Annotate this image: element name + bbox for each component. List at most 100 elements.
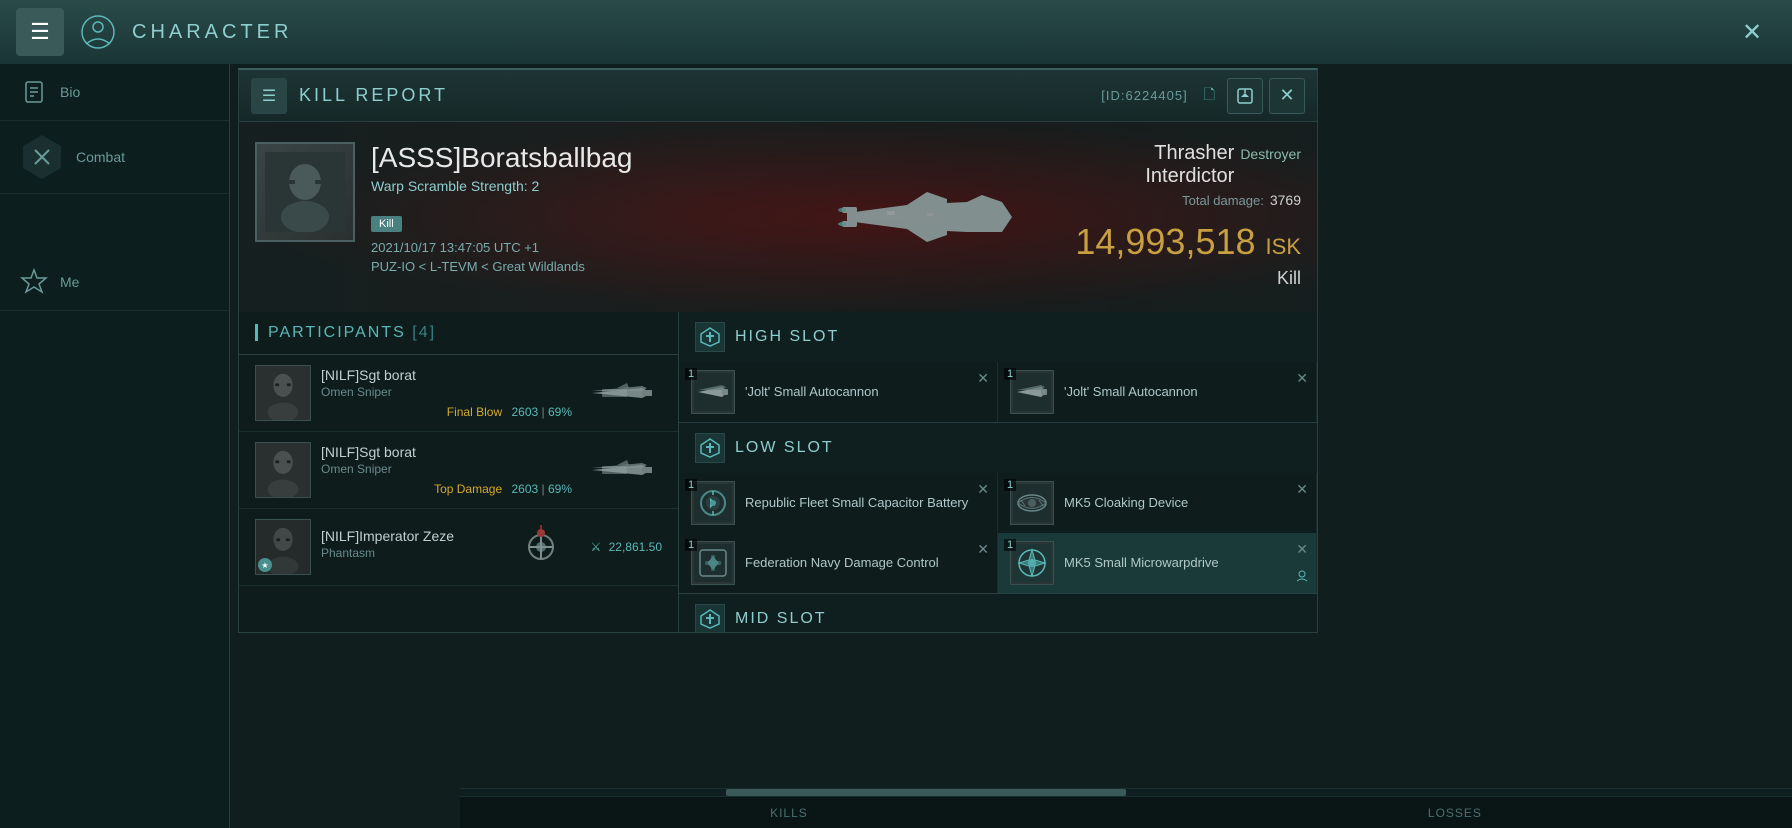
participant-weapon-2 — [582, 445, 662, 495]
percent-1: 69% — [548, 405, 572, 419]
fit-section: High Slot 1 — [679, 312, 1317, 632]
damage-1: 2603 — [511, 405, 538, 419]
participant-info-1: [NILF]Sgt borat Omen Sniper Final Blow 2… — [321, 367, 572, 419]
remove-high-2[interactable]: ✕ — [1296, 370, 1308, 387]
panel-body: Participants [4] — [239, 312, 1317, 632]
remove-high-1[interactable]: ✕ — [977, 370, 989, 387]
low-slot-item-1: 1 — [679, 473, 998, 533]
participant-name-2: [NILF]Sgt borat — [321, 444, 572, 460]
kills-tab[interactable]: Kills — [750, 806, 828, 820]
remove-low-2[interactable]: ✕ — [1296, 481, 1308, 498]
mid-slot-header: Mid Slot — [679, 594, 1317, 632]
panel-id: [ID:6224405] — [1101, 88, 1187, 103]
menu-button[interactable]: ☰ — [16, 8, 64, 56]
high-slot-items: 1 'Jolt' Small Autocannon ✕ — [679, 362, 1317, 422]
high-slot-header: High Slot — [679, 312, 1317, 362]
character-logo-icon — [80, 14, 116, 50]
sidebar-item-combat[interactable]: Combat — [0, 121, 229, 194]
isk-value: 14,993,518 — [1075, 224, 1255, 260]
close-app-button[interactable]: ✕ — [1732, 12, 1772, 52]
participants-title: Participants [4] — [255, 324, 436, 341]
panel-close-icon: ✕ — [1279, 85, 1294, 106]
scrollbar-track — [460, 789, 1792, 796]
main-area: ☰ KILL REPORT [ID:6224405] 🗋 ✕ — [230, 64, 1792, 828]
remove-low-3[interactable]: ✕ — [977, 541, 989, 558]
participant-row-3[interactable]: ★ [NILF]Imperator Zeze Phantasm — [239, 509, 678, 586]
participant-row[interactable]: [NILF]Sgt borat Omen Sniper Final Blow 2… — [239, 355, 678, 432]
participant-avatar-3: ★ — [255, 519, 311, 575]
participant-info-2: [NILF]Sgt borat Omen Sniper Top Damage 2… — [321, 444, 572, 496]
star-icon — [20, 268, 48, 296]
losses-tab[interactable]: Losses — [1408, 806, 1502, 820]
participant-avatar-1 — [255, 365, 311, 421]
participant-avatar-2 — [255, 442, 311, 498]
sidebar-item-me[interactable]: Me — [0, 254, 229, 311]
low-slot-item-2: 1 MK5 Cloaking Device — [998, 473, 1317, 533]
participant-avatar-img-1 — [256, 366, 310, 420]
participant-ship-1: Omen Sniper — [321, 385, 572, 399]
remove-low-1[interactable]: ✕ — [977, 481, 989, 498]
participant-info-3: [NILF]Imperator Zeze Phantasm — [321, 528, 491, 566]
app-title: CHARACTER — [132, 21, 292, 44]
qty-3: 1 — [685, 479, 697, 491]
export-icon — [1236, 87, 1254, 105]
participant-ship-3: Phantasm — [321, 546, 491, 560]
pilot-avatar — [255, 142, 355, 242]
microwarpdrive-icon — [1010, 541, 1054, 585]
panel-menu-button[interactable]: ☰ — [251, 78, 287, 114]
kill-report-hero: [ASSS]Boratsballbag Warp Scramble Streng… — [239, 122, 1317, 312]
star-badge-3: ★ — [258, 558, 272, 572]
mid-slot-label: Mid Slot — [735, 610, 827, 628]
ship-type: Destroyer — [1240, 146, 1301, 162]
scrollbar-container — [460, 788, 1792, 796]
low-slot-item-3: 1 Federation Navy Damage Co — [679, 533, 998, 593]
high-slot-label: High Slot — [735, 328, 839, 346]
panel-copy-icon[interactable]: 🗋 — [1204, 84, 1215, 108]
high-slot-item-1: 1 'Jolt' Small Autocannon ✕ — [679, 362, 998, 422]
high-slot-item-name-2: 'Jolt' Small Autocannon — [1064, 384, 1198, 401]
participant-row-2[interactable]: [NILF]Sgt borat Omen Sniper Top Damage 2… — [239, 432, 678, 509]
capacitor-battery-icon — [691, 481, 735, 525]
high-slot-category: High Slot 1 — [679, 312, 1317, 423]
hamburger-icon: ☰ — [30, 19, 50, 45]
remove-low-4[interactable]: ✕ — [1296, 541, 1308, 558]
ship-silhouette — [827, 157, 1047, 277]
pilot-name: [ASSS]Boratsballbag — [371, 142, 797, 174]
kill-date: 2021/10/17 13:47:05 UTC +1 — [371, 240, 797, 255]
avatar-image — [257, 144, 353, 240]
ship-display — [797, 122, 1077, 312]
sidebar-bio-icon — [20, 78, 48, 106]
damage-value: 3769 — [1270, 192, 1301, 208]
isk-unit: ISK — [1266, 234, 1301, 260]
mid-slot-category: Mid Slot 1 Feder — [679, 594, 1317, 632]
damage-label: Total damage: — [1182, 193, 1264, 208]
high-slot-item-name-1: 'Jolt' Small Autocannon — [745, 384, 879, 401]
qty-1: 1 — [685, 368, 697, 380]
final-blow-label: Final Blow — [447, 405, 502, 419]
qty-2: 1 — [1004, 368, 1016, 380]
participant-stats-1: Final Blow 2603 | 69% — [321, 405, 572, 419]
participant-ship-2: Omen Sniper — [321, 462, 572, 476]
qty-5: 1 — [685, 539, 697, 551]
participant-name-3: [NILF]Imperator Zeze — [321, 528, 491, 544]
pilot-info: [ASSS]Boratsballbag Warp Scramble Streng… — [371, 122, 797, 312]
low-slot-label: Low Slot — [735, 439, 834, 457]
panel-header: ☰ KILL REPORT [ID:6224405] 🗋 ✕ — [239, 70, 1317, 122]
damage-control-icon — [691, 541, 735, 585]
high-slot-item-2: 1 'Jolt' Small Autocannon ✕ — [998, 362, 1317, 422]
autocannon-icon-2 — [1010, 370, 1054, 414]
kill-stats: Thrasher Interdictor Destroyer Total dam… — [1077, 122, 1317, 312]
low-slot-icon — [695, 433, 725, 463]
sidebar-item-bio[interactable]: Bio — [0, 64, 229, 121]
low-slot-row-2: 1 Federation Navy Damage Co — [679, 533, 1317, 593]
low-slot-category: Low Slot 1 — [679, 423, 1317, 594]
panel-close-button[interactable]: ✕ — [1269, 78, 1305, 114]
damage-3: 22,861.50 — [609, 540, 662, 554]
scrollbar-thumb[interactable] — [726, 789, 1126, 796]
cloaking-icon — [1010, 481, 1054, 525]
low-slot-item-name-2: MK5 Cloaking Device — [1064, 495, 1188, 512]
autocannon-icon-1 — [691, 370, 735, 414]
panel-export-button[interactable] — [1227, 78, 1263, 114]
person-icon-4 — [1296, 570, 1308, 585]
sidebar-combat-label: Combat — [76, 149, 125, 165]
